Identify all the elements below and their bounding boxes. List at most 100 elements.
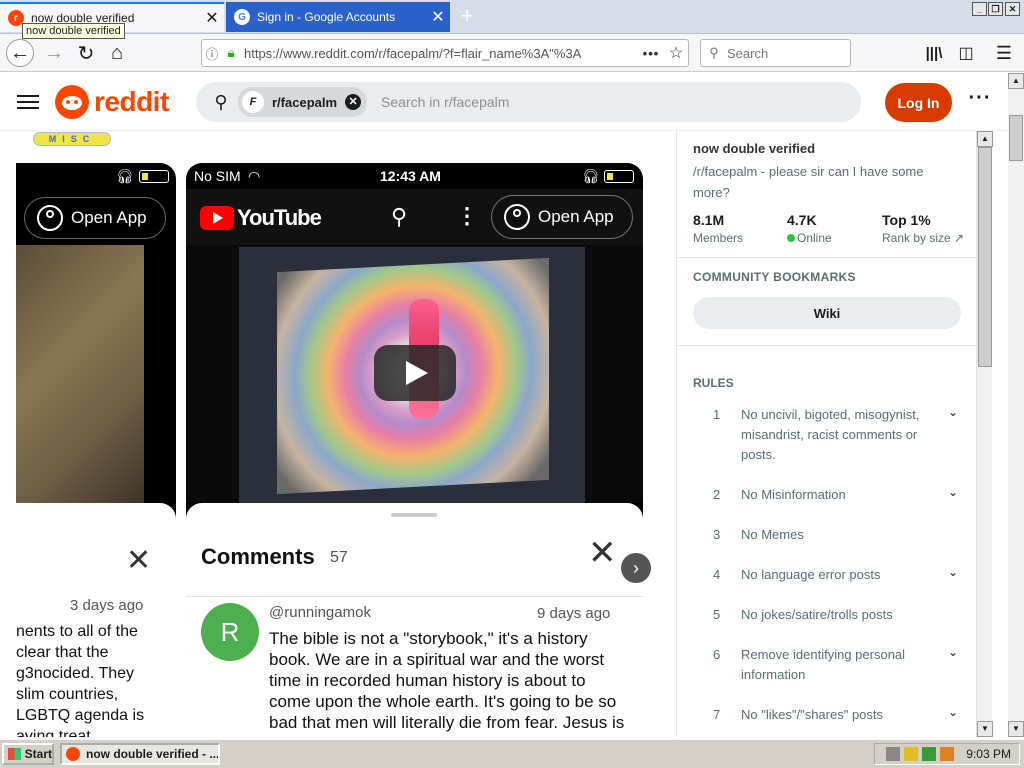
close-tab-icon[interactable]: ✕ [426, 7, 450, 27]
home-button[interactable]: ⌂ [103, 39, 131, 67]
youtube-header: YouTube ⚲ ⋮ Open App [186, 189, 643, 245]
rule-item[interactable]: 7 No "likes"/"shares" posts ⌄ [693, 705, 963, 725]
open-app-button[interactable]: Open App [24, 197, 166, 239]
stat-members: 8.1M Members [693, 212, 744, 245]
rule-item[interactable]: 5 No jokes/satire/trolls posts [693, 605, 963, 625]
carrier-text: No SIM [194, 168, 241, 184]
scroll-thumb[interactable] [1009, 115, 1023, 161]
reload-button[interactable]: ↻ [72, 39, 100, 67]
divider [677, 345, 977, 346]
comment-body: The bible is not a "storybook," it's a h… [269, 629, 625, 737]
scroll-up-arrow[interactable]: ▲ [1008, 73, 1024, 89]
comments-sheet: ✕ 3 days ago nents to all of the clear t… [16, 503, 176, 737]
info-icon[interactable]: ⓘ [202, 44, 222, 63]
windows-taskbar: Start now double verified - ... 9:03 PM [0, 738, 1024, 768]
logo-text: reddit [94, 86, 169, 117]
sidebar-scrollbar[interactable]: ▲ ▼ [976, 131, 993, 737]
url-bar[interactable]: ⓘ 🔒︎ https://www.reddit.com/r/facepalm/?… [201, 39, 689, 67]
bookmark-star-icon[interactable]: ☆ [664, 43, 688, 63]
close-tab-icon[interactable]: ✕ [200, 8, 224, 28]
image-slide-previous[interactable]: 🎧︎ Open App ✕ 3 days ago nents to all of… [16, 163, 176, 737]
reddit-header: reddit ⚲ F r/facepalm ✕ Search in r/face… [0, 73, 1010, 131]
headphones-icon: 🎧︎ [116, 168, 134, 184]
shield-icon[interactable] [904, 747, 919, 761]
scroll-down-arrow[interactable]: ▼ [977, 721, 993, 737]
rules-heading: RULES [693, 376, 734, 390]
reddit-logo[interactable]: reddit [55, 85, 169, 119]
rule-item[interactable]: 6 Remove identifying personal information… [693, 645, 963, 685]
chevron-down-icon[interactable]: ⌄ [943, 565, 963, 579]
chevron-down-icon[interactable]: ⌄ [943, 485, 963, 499]
external-link-icon: ↗ [954, 231, 965, 245]
chevron-down-icon[interactable]: ⌄ [943, 645, 963, 659]
taskbar-item-firefox[interactable]: now double verified - ... [60, 743, 220, 765]
page-scrollbar[interactable]: ▲ ▼ [1008, 73, 1024, 737]
close-window-button[interactable]: ✕ [1005, 2, 1020, 16]
video-thumbnail [16, 245, 144, 503]
play-icon [374, 345, 456, 401]
wiki-button[interactable]: Wiki [693, 297, 961, 329]
sidebar-toggle-icon[interactable]: ◫ [952, 39, 980, 67]
keyboard-icon[interactable] [886, 747, 901, 761]
login-button[interactable]: Log In [885, 83, 952, 122]
battery-icon [604, 170, 634, 183]
comment-text: nents to all of the clear that the g3noc… [16, 623, 145, 737]
subreddit-search-chip[interactable]: F r/facepalm ✕ [238, 87, 368, 117]
account-icon [504, 204, 530, 230]
rule-item[interactable]: 4 No language error posts ⌄ [693, 565, 963, 585]
library-icon[interactable]: |||\ [920, 39, 948, 67]
forward-button[interactable]: → [40, 39, 68, 67]
chevron-down-icon[interactable]: ⌄ [943, 705, 963, 719]
chevron-down-icon[interactable]: ⌄ [943, 405, 963, 419]
remove-chip-icon[interactable]: ✕ [345, 94, 362, 110]
restore-button[interactable]: ❐ [988, 2, 1003, 16]
headphones-icon: 🎧︎ [582, 168, 600, 184]
more-vertical-icon: ⋮ [456, 203, 478, 228]
open-app-label: Open App [538, 207, 614, 226]
status-time: 12:43 AM [380, 168, 441, 184]
start-button[interactable]: Start [2, 743, 54, 765]
comments-title: Comments [201, 544, 315, 569]
image-slide-current[interactable]: No SIM ◠ 12:43 AM 🎧︎ YouTube ⚲ ⋮ Open Ap… [186, 163, 643, 737]
scroll-down-arrow[interactable]: ▼ [1008, 721, 1024, 737]
tab-label: Sign in - Google Accounts [257, 10, 396, 24]
account-icon [37, 205, 63, 231]
close-icon[interactable]: ✕ [126, 543, 151, 578]
tab-sign-in-google[interactable]: G Sign in - Google Accounts ✕ [226, 2, 450, 32]
network-icon[interactable] [922, 747, 937, 761]
more-options-icon[interactable]: ··· [964, 88, 996, 113]
new-tab-button[interactable]: + [454, 4, 480, 30]
scroll-thumb[interactable] [978, 147, 992, 367]
flair-badge[interactable]: MISC [33, 132, 111, 146]
open-app-label: Open App [71, 208, 147, 227]
comment-date: 3 days ago [70, 597, 144, 614]
browser-search-input[interactable]: ⚲ Search [700, 39, 851, 67]
comments-sheet: Comments 57 ✕ R @runningamok 9 days ago … [186, 503, 643, 737]
search-placeholder[interactable]: Search in r/facepalm [381, 94, 509, 110]
rule-item[interactable]: 1 No uncivil, bigoted, misogynist, misand… [693, 405, 963, 465]
url-text[interactable]: https://www.reddit.com/r/facepalm/?f=fla… [240, 46, 638, 61]
hamburger-menu-icon[interactable] [17, 91, 39, 113]
scroll-up-arrow[interactable]: ▲ [977, 131, 993, 147]
search-icon[interactable] [940, 747, 955, 761]
youtube-logo: YouTube [200, 205, 322, 231]
back-button[interactable]: ← [6, 39, 34, 67]
reddit-search-bar[interactable]: ⚲ F r/facepalm ✕ Search in r/facepalm [196, 82, 861, 122]
lock-icon[interactable]: 🔒︎ [222, 45, 240, 61]
page-actions-icon[interactable]: ••• [638, 46, 664, 61]
divider [186, 596, 643, 597]
youtube-logo-text: YouTube [237, 205, 322, 230]
snoo-icon [55, 85, 89, 119]
firefox-icon [66, 747, 80, 761]
battery-icon [139, 170, 169, 183]
close-icon: ✕ [588, 534, 617, 572]
rule-item[interactable]: 2 No Misinformation ⌄ [693, 485, 963, 505]
minimize-button[interactable]: _ [972, 2, 987, 16]
menu-icon[interactable]: ☰ [990, 39, 1018, 67]
divider [677, 257, 977, 258]
avatar: R [201, 603, 259, 661]
stat-rank[interactable]: Top 1% Rank by size ↗ [882, 212, 964, 245]
rule-item[interactable]: 3 No Memes [693, 525, 963, 545]
comment-username: @runningamok [269, 604, 371, 621]
next-slide-button[interactable]: › [620, 552, 652, 584]
